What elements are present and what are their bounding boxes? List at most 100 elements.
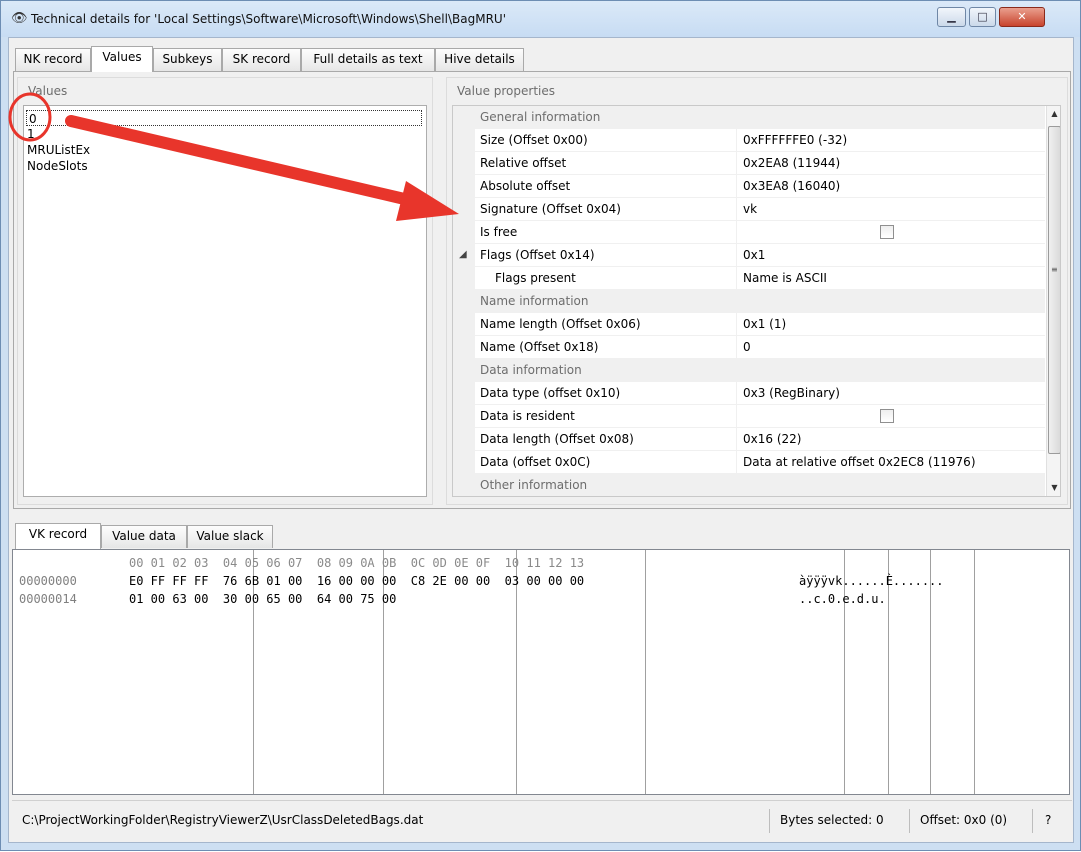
property-row[interactable]: Name (Offset 0x18) 0 — [453, 336, 1045, 359]
value-list-item[interactable]: 1 — [27, 126, 35, 142]
property-value: 0x16 (22) — [743, 432, 802, 446]
property-row[interactable]: Signature (Offset 0x04) vk — [453, 198, 1045, 221]
property-name-text: Name (Offset 0x18) — [480, 340, 599, 354]
property-category: General information — [453, 106, 1045, 129]
property-row[interactable]: Is free — [453, 221, 1045, 244]
property-row[interactable]: Data is resident — [453, 405, 1045, 428]
property-name-text: Flags present — [495, 271, 576, 285]
property-row[interactable]: Data length (Offset 0x08) 0x16 (22) — [453, 428, 1045, 451]
window-title: Technical details for 'Local Settings\So… — [31, 12, 506, 26]
maximize-button[interactable]: □ — [969, 7, 996, 27]
property-checkbox[interactable] — [880, 409, 894, 423]
tab-value-data[interactable]: Value data — [101, 525, 187, 548]
tab-vk-record[interactable]: VK record — [15, 523, 101, 549]
property-gutter — [453, 451, 475, 474]
property-gutter — [453, 428, 475, 451]
property-name: Data type (offset 0x10) — [475, 382, 737, 405]
property-name: Absolute offset — [475, 175, 737, 198]
property-row[interactable]: Flags present Name is ASCII — [453, 267, 1045, 290]
property-gutter — [453, 474, 475, 496]
property-grid-scrollbar[interactable]: ▲ ≡ ▼ — [1046, 106, 1060, 496]
value-list-item[interactable]: NodeSlots — [27, 158, 88, 174]
property-row[interactable]: Name length (Offset 0x06) 0x1 (1) — [453, 313, 1045, 336]
hex-column-header: 00 01 02 03 04 05 06 07 08 09 0A 0B 0C 0… — [129, 556, 585, 570]
tab-nk-record[interactable]: NK record — [15, 48, 91, 71]
property-name: Flags present — [475, 267, 737, 290]
tab-values[interactable]: Values — [91, 46, 153, 72]
value-list-item[interactable]: 0 — [26, 110, 422, 126]
minimize-button[interactable]: ▁ — [937, 7, 966, 27]
property-value: Name is ASCII — [743, 271, 827, 285]
values-list[interactable]: 0 1 MRUListEx NodeSlots — [23, 105, 427, 497]
property-value: 0xFFFFFFE0 (-32) — [743, 133, 848, 147]
property-row[interactable]: Absolute offset 0x3EA8 (16040) — [453, 175, 1045, 198]
scroll-up-arrow-icon[interactable]: ▲ — [1047, 106, 1060, 122]
property-row[interactable]: Data (offset 0x0C) Data at relative offse… — [453, 451, 1045, 474]
tab-sk-record[interactable]: SK record — [222, 48, 301, 71]
hex-row-ascii[interactable]: ..c.0.e.d.u. — [799, 590, 886, 608]
status-offset: Offset: 0x0 (0) — [920, 813, 1008, 827]
tab-full-details-as-text[interactable]: Full details as text — [301, 48, 435, 71]
main-window: 👁 Technical details for 'Local Settings\… — [0, 0, 1081, 851]
tab-value-slack[interactable]: Value slack — [187, 525, 273, 548]
hex-row-ascii[interactable]: àÿÿÿvk......È....... — [799, 572, 944, 590]
property-name-text: Relative offset — [480, 156, 567, 170]
property-name-text: Data (offset 0x0C) — [480, 455, 591, 469]
collapse-triangle-icon[interactable]: ◢ — [459, 244, 467, 266]
tab-subkeys[interactable]: Subkeys — [153, 48, 222, 71]
property-gutter — [453, 175, 475, 198]
property-name-text: Data is resident — [480, 409, 575, 423]
title-bar[interactable]: 👁 Technical details for 'Local Settings\… — [1, 1, 1080, 37]
hex-row-bytes[interactable]: 01 00 63 00 30 00 65 00 64 00 75 00 — [129, 590, 396, 608]
values-group: Values 0 1 MRUListEx NodeSlots — [17, 77, 433, 505]
value-list-item[interactable]: MRUListEx — [27, 142, 90, 158]
property-name-text: Absolute offset — [480, 179, 571, 193]
property-value: vk — [743, 202, 758, 216]
property-value: 0x3 (RegBinary) — [743, 386, 840, 400]
property-row[interactable]: Data type (offset 0x10) 0x3 (RegBinary) — [453, 382, 1045, 405]
property-name-text: Signature (Offset 0x04) — [480, 202, 621, 216]
property-category: Data information — [453, 359, 1045, 382]
property-name: Data (offset 0x0C) — [475, 451, 737, 474]
property-gutter: ◢ — [453, 244, 475, 267]
property-name: Signature (Offset 0x04) — [475, 198, 737, 221]
property-grid[interactable]: Other information Data (offset 0x0C) Data … — [452, 105, 1061, 497]
hex-row-offset: 00000000 — [19, 574, 77, 588]
scroll-grip-icon: ≡ — [1051, 265, 1058, 274]
property-name: Relative offset — [475, 152, 737, 175]
property-name-text: Data length (Offset 0x08) — [480, 432, 634, 446]
property-category: Name information — [453, 290, 1045, 313]
property-value: 0x1 — [743, 248, 766, 262]
property-gutter — [453, 405, 475, 428]
close-button[interactable]: ✕ — [999, 7, 1045, 27]
category-label: Other information — [480, 478, 588, 492]
property-value[interactable] — [738, 405, 1045, 428]
property-name-text: Flags (Offset 0x14) — [480, 248, 595, 262]
property-gutter — [453, 290, 475, 313]
hex-row-bytes[interactable]: E0 FF FF FF 76 6B 01 00 16 00 00 00 C8 2… — [129, 572, 584, 590]
property-value: 0x3EA8 (16040) — [743, 179, 841, 193]
property-row[interactable]: Size (Offset 0x00) 0xFFFFFFE0 (-32) — [453, 129, 1045, 152]
property-row[interactable]: Relative offset 0x2EA8 (11944) — [453, 152, 1045, 175]
hex-viewer[interactable]: 00 01 02 03 04 05 06 07 08 09 0A 0B 0C 0… — [12, 549, 1070, 795]
help-button[interactable]: ? — [1045, 801, 1051, 839]
property-gutter — [453, 106, 475, 129]
property-row[interactable]: ◢ Flags (Offset 0x14) 0x1 — [453, 244, 1045, 267]
property-category: Other information — [453, 474, 1045, 496]
scroll-down-arrow-icon[interactable]: ▼ — [1047, 480, 1060, 496]
values-tab-panel: Values 0 1 MRUListEx NodeSlots Value proper… — [13, 71, 1071, 509]
property-name: Name (Offset 0x18) — [475, 336, 737, 359]
status-bar: C:\ProjectWorkingFolder\RegistryViewerZ\… — [12, 800, 1072, 838]
property-checkbox[interactable] — [880, 225, 894, 239]
scroll-thumb[interactable] — [1048, 126, 1060, 454]
property-value: 0 — [743, 340, 751, 354]
status-separator — [769, 809, 770, 833]
property-gutter — [453, 267, 475, 290]
tab-hive-details[interactable]: Hive details — [435, 48, 524, 71]
property-value[interactable] — [738, 221, 1045, 244]
property-gutter — [453, 382, 475, 405]
property-name-text: Is free — [480, 225, 518, 239]
property-name-text: Data type (offset 0x10) — [480, 386, 621, 400]
property-name: Data length (Offset 0x08) — [475, 428, 737, 451]
property-gutter — [453, 359, 475, 382]
